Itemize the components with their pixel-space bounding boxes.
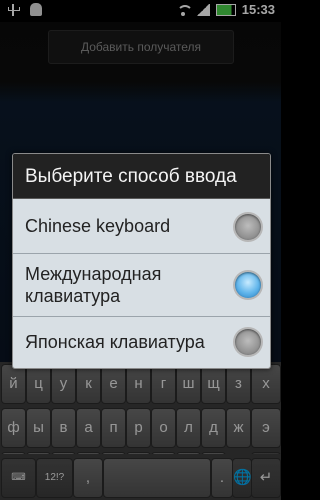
input-method-dialog: Выберите способ ввода Chinese keyboard М… xyxy=(12,153,271,369)
radio-button-selected[interactable] xyxy=(235,272,261,298)
dialog-title: Выберите способ ввода xyxy=(13,154,270,199)
option-chinese-keyboard[interactable]: Chinese keyboard xyxy=(13,199,270,254)
radio-button[interactable] xyxy=(235,214,261,240)
option-label: Chinese keyboard xyxy=(25,216,171,236)
option-international-keyboard[interactable]: Международная клавиатура xyxy=(13,254,270,317)
input-method-list: Chinese keyboard Международная клавиатур… xyxy=(13,199,270,368)
option-label: Международная клавиатура xyxy=(25,264,162,306)
screen: 15:33 Добавить получателя й ц у к е н г … xyxy=(0,0,281,500)
option-japanese-keyboard[interactable]: Японская клавиатура xyxy=(13,317,270,368)
radio-button[interactable] xyxy=(235,329,261,355)
option-label: Японская клавиатура xyxy=(25,332,205,352)
